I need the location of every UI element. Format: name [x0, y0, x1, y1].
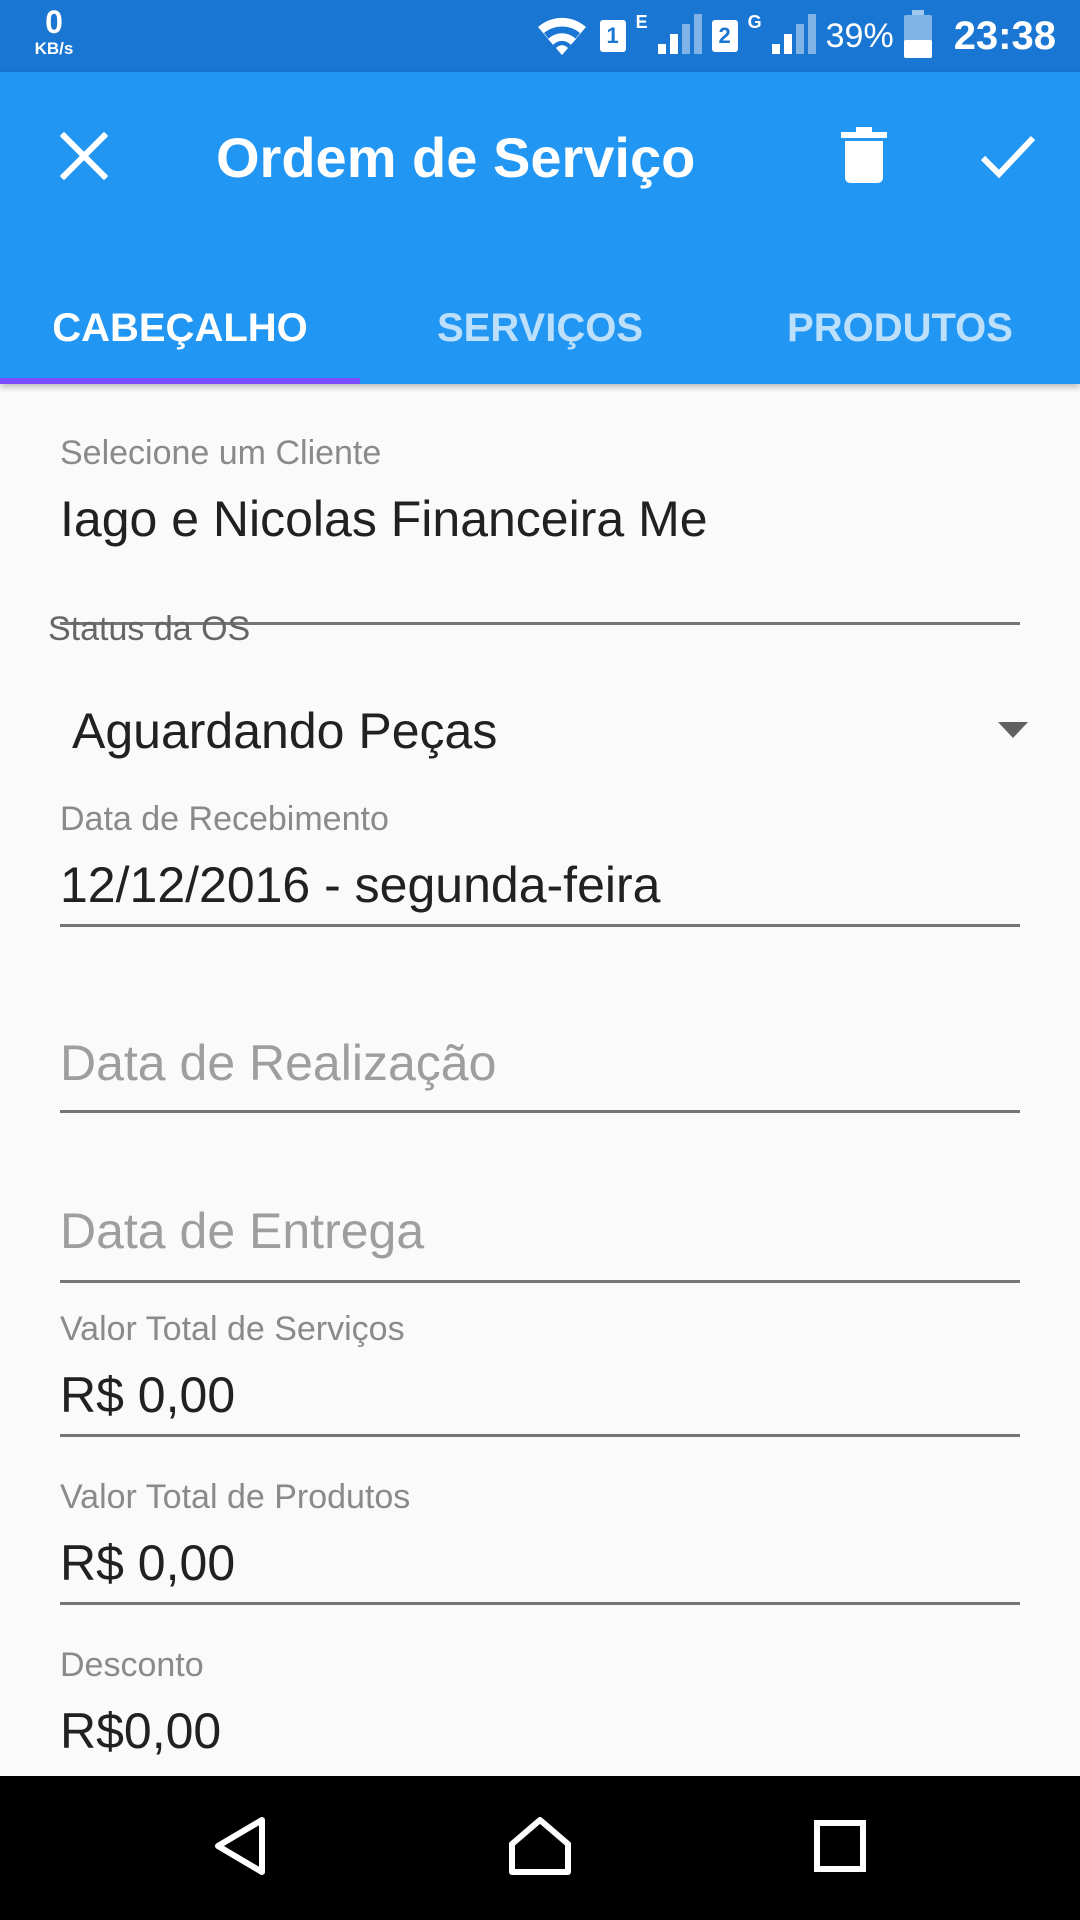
tab-servicos[interactable]: SERVIÇOS: [360, 272, 720, 384]
battery-percentage: 39%: [825, 16, 894, 55]
page-title: Ordem de Serviço: [216, 126, 696, 189]
discount-value: R$0,00: [60, 1703, 222, 1759]
sim1-icon: 1: [599, 20, 626, 52]
status-value: Aguardando Peças: [72, 703, 498, 759]
tab-produtos[interactable]: PRODUTOS: [720, 272, 1080, 384]
received-date-underline: [60, 924, 1020, 927]
check-icon: [980, 134, 1036, 183]
home-icon: [508, 1816, 572, 1881]
navigation-bar: [0, 1776, 1080, 1920]
battery-icon: [903, 9, 932, 63]
products-total-field[interactable]: Valor Total de Produtos R$ 0,00: [60, 1478, 1020, 1608]
dropdown-arrow-icon: [998, 722, 1028, 743]
received-date-value: 12/12/2016 - segunda-feira: [60, 857, 661, 913]
received-date-label: Data de Recebimento: [60, 800, 389, 838]
completion-date-underline: [60, 1110, 1020, 1113]
delivery-date-placeholder: Data de Entrega: [60, 1203, 425, 1259]
network-speed-unit: KB/s: [34, 39, 74, 58]
clock: 23:38: [953, 13, 1056, 58]
received-date-field[interactable]: Data de Recebimento 12/12/2016 - segunda…: [60, 800, 1020, 930]
services-total-underline: [60, 1434, 1020, 1437]
sim2-icon: 2: [711, 20, 738, 52]
delete-button[interactable]: [832, 122, 896, 192]
client-field[interactable]: Selecione um Cliente Iago e Nicolas Fina…: [60, 434, 1020, 625]
services-total-value: R$ 0,00: [60, 1367, 236, 1423]
delivery-date-underline: [60, 1280, 1020, 1283]
trash-icon: [841, 126, 887, 188]
tab-cabecalho[interactable]: CABEÇALHO: [0, 272, 360, 384]
completion-date-field[interactable]: Data de Realização: [60, 1034, 1020, 1113]
services-total-field[interactable]: Valor Total de Serviços R$ 0,00: [60, 1310, 1020, 1440]
home-button[interactable]: [504, 1812, 576, 1884]
products-total-underline: [60, 1602, 1020, 1605]
client-value: Iago e Nicolas Financeira Me: [60, 491, 708, 547]
recents-icon: [814, 1819, 866, 1877]
tab-indicator: [0, 378, 360, 384]
network-speed: 0 KB/s: [24, 6, 84, 57]
status-label: Status da OS: [48, 610, 251, 648]
discount-field[interactable]: Desconto R$0,00: [60, 1646, 1020, 1776]
close-button[interactable]: [50, 124, 118, 192]
signal-icon: [657, 13, 702, 59]
confirm-button[interactable]: [972, 124, 1044, 192]
signal-icon: [771, 13, 816, 59]
close-icon: [59, 131, 109, 185]
back-icon: [212, 1816, 268, 1881]
discount-label: Desconto: [60, 1646, 204, 1684]
products-total-label: Valor Total de Produtos: [60, 1478, 411, 1516]
completion-date-placeholder: Data de Realização: [60, 1035, 497, 1091]
status-bar: 0 KB/s 1 E 2 G 39% 23:38: [0, 0, 1080, 72]
status-icons: 1 E 2 G 39% 23:38: [534, 0, 1056, 72]
services-total-label: Valor Total de Serviços: [60, 1310, 405, 1348]
network-speed-value: 0: [45, 4, 63, 40]
wifi-icon: [534, 11, 590, 62]
recents-button[interactable]: [804, 1812, 876, 1884]
sim1-network-type: E: [635, 12, 648, 32]
back-button[interactable]: [204, 1812, 276, 1884]
delivery-date-field[interactable]: Data de Entrega: [60, 1202, 1020, 1283]
app-bar: Ordem de Serviço CABEÇALHO SERVIÇOS PROD…: [0, 72, 1080, 384]
client-label: Selecione um Cliente: [60, 434, 382, 472]
status-dropdown[interactable]: Aguardando Peças: [48, 684, 1028, 780]
products-total-value: R$ 0,00: [60, 1535, 236, 1591]
tab-bar: CABEÇALHO SERVIÇOS PRODUTOS: [0, 272, 1080, 384]
sim2-network-type: G: [747, 12, 762, 32]
